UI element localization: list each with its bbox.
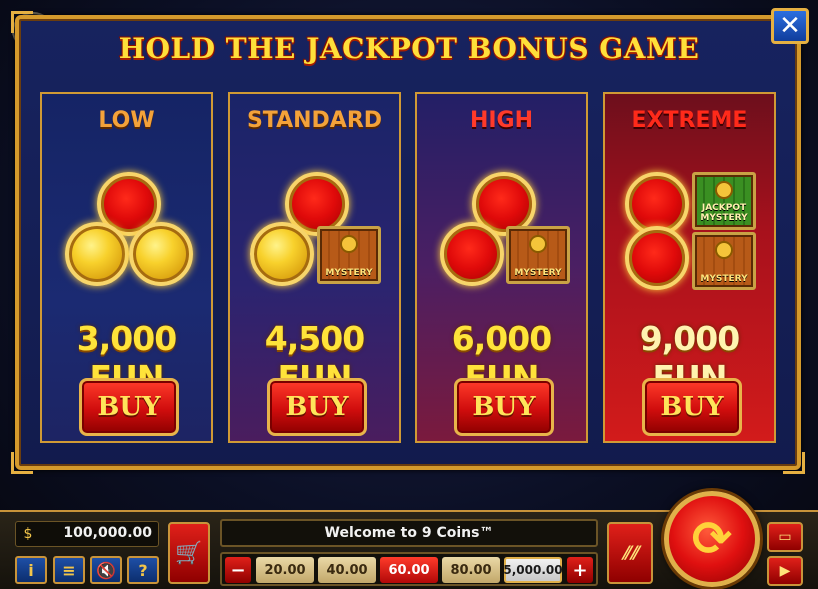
- mystery-label: MYSTERY: [325, 268, 373, 278]
- money-bag-icon: $: [23, 526, 33, 542]
- tier-card-standard: STANDARD MYSTERY 4,500 FUN BUY: [228, 92, 401, 443]
- spin-button[interactable]: ⟳: [664, 491, 760, 587]
- cart-icon[interactable]: 🛒: [168, 522, 210, 584]
- welcome-message: Welcome to 9 Coins™: [220, 519, 598, 547]
- modal-title: HOLD THE JACKPOT BONUS GAME: [118, 32, 700, 65]
- mystery-box-icon: MYSTERY: [317, 226, 381, 284]
- lock-icon: [715, 241, 733, 259]
- tier-name: STANDARD: [246, 108, 383, 133]
- mystery-label: MYSTERY: [514, 268, 562, 278]
- mystery-label: MYSTERY: [700, 274, 748, 284]
- bet-option[interactable]: 20.00: [256, 557, 314, 583]
- turbo-icon[interactable]: ▭: [767, 522, 803, 552]
- bet-decrease-button[interactable]: −: [225, 557, 251, 583]
- tier-card-extreme: EXTREME JACKPOT MYSTERY MYSTERY 9,000 FU…: [603, 92, 776, 443]
- bet-option[interactable]: 40.00: [318, 557, 376, 583]
- buy-button-standard[interactable]: BUY: [267, 378, 367, 436]
- sound-toggle-button[interactable]: 🔇: [90, 556, 122, 584]
- modal-corner-decoration: [11, 11, 33, 33]
- tier-name: LOW: [98, 108, 155, 133]
- lock-icon: [715, 181, 733, 199]
- balance-value: 100,000.00: [63, 525, 152, 541]
- menu-button[interactable]: ≡: [53, 556, 85, 584]
- tier-name: EXTREME: [631, 108, 748, 133]
- mystery-box-icon: MYSTERY: [692, 232, 756, 290]
- lock-icon: [340, 235, 358, 253]
- gold-coin-icon: [250, 222, 314, 286]
- gold-coin-icon: [65, 222, 129, 286]
- autoplay-button[interactable]: ⫽⫽: [607, 522, 653, 584]
- bet-increase-button[interactable]: +: [567, 557, 593, 583]
- tier-card-high: HIGH MYSTERY 6,000 FUN BUY: [415, 92, 588, 443]
- mystery-box-icon: MYSTERY: [506, 226, 570, 284]
- buy-button-high[interactable]: BUY: [454, 378, 554, 436]
- modal-corner-decoration: [783, 452, 805, 474]
- bet-selector: − 20.00 40.00 60.00 80.00 5,000.00 +: [220, 552, 598, 586]
- help-button[interactable]: ?: [127, 556, 159, 584]
- buy-button-extreme[interactable]: BUY: [642, 378, 742, 436]
- modal-corner-decoration: [11, 452, 33, 474]
- red-coin-icon: [440, 222, 504, 286]
- bet-option[interactable]: 80.00: [442, 557, 500, 583]
- bet-option-selected[interactable]: 60.00: [380, 557, 438, 583]
- tier-card-low: LOW 3,000 FUN BUY: [40, 92, 213, 443]
- gold-coin-icon: [129, 222, 193, 286]
- buy-button-low[interactable]: BUY: [79, 378, 179, 436]
- bet-option-max[interactable]: 5,000.00: [503, 557, 563, 583]
- balance-display: $ 100,000.00: [15, 521, 159, 547]
- jackpot-mystery-label: JACKPOT MYSTERY: [700, 203, 748, 223]
- info-button[interactable]: i: [15, 556, 47, 584]
- play-icon[interactable]: ▶: [767, 556, 803, 586]
- tier-name: HIGH: [469, 108, 534, 133]
- lock-icon: [529, 235, 547, 253]
- red-coin-icon: [625, 226, 689, 290]
- jackpot-mystery-box-icon: JACKPOT MYSTERY: [692, 172, 756, 230]
